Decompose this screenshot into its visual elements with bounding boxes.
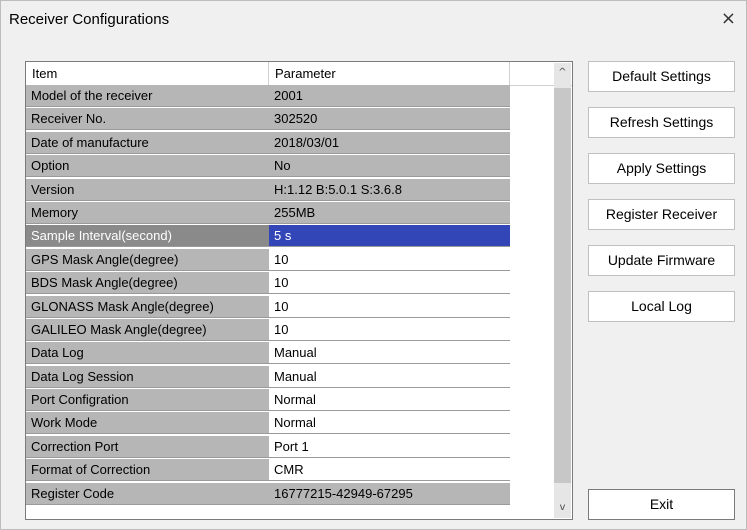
parameter-cell: Manual: [269, 342, 510, 365]
parameter-cell: No: [269, 155, 510, 178]
list-header: Item Parameter: [26, 62, 572, 86]
table-row[interactable]: Register Code 16777215-42949-67295: [26, 482, 510, 506]
parameter-cell: H:1.12 B:5.0.1 S:3.6.8: [269, 178, 510, 201]
vertical-scrollbar[interactable]: ^ v: [554, 63, 571, 518]
table-row[interactable]: Version H:1.12 B:5.0.1 S:3.6.8: [26, 178, 510, 202]
table-row[interactable]: Format of Correction CMR: [26, 459, 510, 482]
item-cell: Work Mode: [26, 412, 269, 435]
parameter-listview[interactable]: Item Parameter Model of the receiver 200…: [25, 61, 573, 520]
default-settings-button[interactable]: Default Settings: [588, 61, 735, 92]
update-firmware-button[interactable]: Update Firmware: [588, 245, 735, 276]
parameter-cell: 302520: [269, 108, 510, 131]
parameter-cell: 10: [269, 318, 510, 341]
register-receiver-button[interactable]: Register Receiver: [588, 199, 735, 230]
item-cell: Sample Interval(second): [26, 225, 269, 248]
table-row[interactable]: Work Mode Normal: [26, 412, 510, 435]
window-title: Receiver Configurations: [9, 11, 170, 28]
scroll-down-icon[interactable]: v: [554, 498, 571, 518]
item-cell: Memory: [26, 201, 269, 224]
parameter-cell: 10: [269, 248, 510, 271]
table-row[interactable]: GLONASS Mask Angle(degree) 10: [26, 295, 510, 319]
item-cell: Model of the receiver: [26, 85, 269, 107]
item-cell: Register Code: [26, 482, 269, 505]
parameter-cell: Port 1: [269, 435, 510, 458]
apply-settings-button[interactable]: Apply Settings: [588, 153, 735, 184]
table-row[interactable]: GPS Mask Angle(degree) 10: [26, 248, 510, 272]
table-row-selected[interactable]: Sample Interval(second) 5 s: [26, 225, 510, 248]
item-cell: BDS Mask Angle(degree): [26, 272, 269, 295]
item-cell: GALILEO Mask Angle(degree): [26, 318, 269, 341]
parameter-cell: CMR: [269, 459, 510, 482]
table-row[interactable]: Correction Port Port 1: [26, 435, 510, 459]
parameter-cell: 2018/03/01: [269, 131, 510, 154]
receiver-config-window: Receiver Configurations × Item Parameter…: [0, 0, 747, 530]
parameter-cell: 16777215-42949-67295: [269, 482, 510, 505]
parameter-cell: Normal: [269, 412, 510, 435]
item-cell: GPS Mask Angle(degree): [26, 248, 269, 271]
item-cell: Option: [26, 155, 269, 178]
parameter-cell: Normal: [269, 389, 510, 412]
local-log-button[interactable]: Local Log: [588, 291, 735, 322]
item-cell: Format of Correction: [26, 459, 269, 482]
parameter-cell: 10: [269, 295, 510, 318]
table-row[interactable]: Memory 255MB: [26, 201, 510, 225]
table-row[interactable]: BDS Mask Angle(degree) 10: [26, 272, 510, 295]
parameter-cell: Manual: [269, 365, 510, 388]
item-cell: Port Configration: [26, 389, 269, 412]
table-row[interactable]: GALILEO Mask Angle(degree) 10: [26, 318, 510, 342]
exit-button[interactable]: Exit: [588, 489, 735, 520]
refresh-settings-button[interactable]: Refresh Settings: [588, 107, 735, 138]
table-row[interactable]: Data Log Manual: [26, 342, 510, 365]
table-row[interactable]: Data Log Session Manual: [26, 365, 510, 389]
scrollbar-thumb[interactable]: [554, 88, 571, 483]
column-header-parameter[interactable]: Parameter: [269, 62, 510, 85]
column-header-item[interactable]: Item: [26, 62, 269, 85]
item-cell: GLONASS Mask Angle(degree): [26, 295, 269, 318]
table-row[interactable]: Model of the receiver 2001: [26, 85, 510, 108]
parameter-cell: 10: [269, 272, 510, 295]
table-row[interactable]: Date of manufacture 2018/03/01: [26, 131, 510, 155]
item-cell: Date of manufacture: [26, 131, 269, 154]
table-row[interactable]: Port Configration Normal: [26, 389, 510, 412]
item-cell: Data Log: [26, 342, 269, 365]
parameter-cell: 255MB: [269, 201, 510, 224]
parameter-cell: 2001: [269, 85, 510, 107]
item-cell: Version: [26, 178, 269, 201]
item-cell: Receiver No.: [26, 108, 269, 131]
item-cell: Data Log Session: [26, 365, 269, 388]
table-row[interactable]: Option No: [26, 155, 510, 178]
list-rows: Model of the receiver 2001 Receiver No. …: [26, 85, 510, 506]
parameter-cell: 5 s: [269, 225, 510, 248]
item-cell: Correction Port: [26, 435, 269, 458]
close-icon[interactable]: ×: [721, 8, 736, 29]
table-row[interactable]: Receiver No. 302520: [26, 108, 510, 131]
scroll-up-icon[interactable]: ^: [554, 63, 571, 83]
